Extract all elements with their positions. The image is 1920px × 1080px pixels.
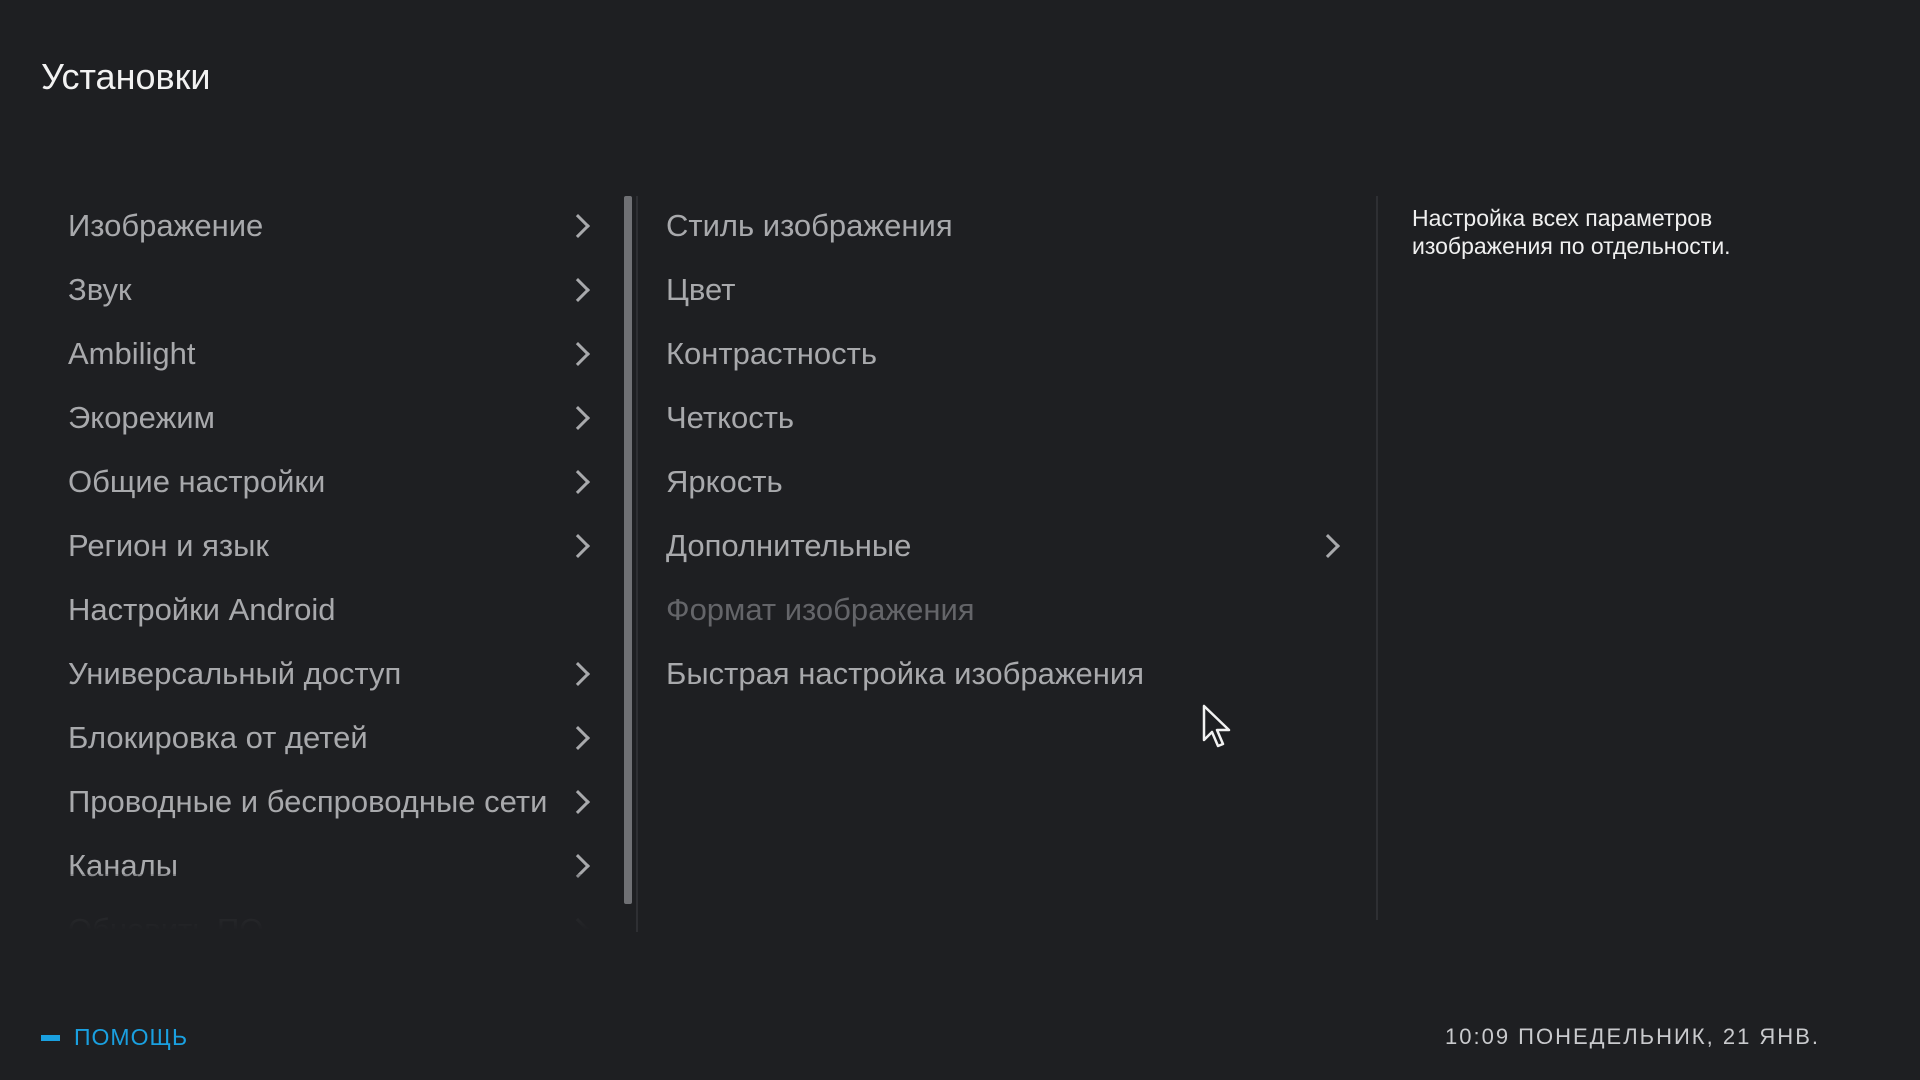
page-title: Установки: [41, 56, 211, 97]
menu-item-label: Блокировка от детей: [68, 720, 368, 755]
menu-item-label: Каналы: [68, 848, 179, 883]
menu-item-accessibility[interactable]: Универсальный доступ: [0, 642, 610, 706]
submenu-item-sharpness[interactable]: Четкость: [640, 386, 1340, 450]
submenu-item-label: Яркость: [666, 464, 783, 499]
menu-item-picture[interactable]: Изображение: [0, 194, 610, 258]
chevron-right-icon: [565, 917, 591, 934]
chevron-right-icon: [565, 213, 591, 239]
submenu-item-label: Быстрая настройка изображения: [666, 656, 1145, 691]
blue-key-icon: [41, 1034, 60, 1041]
column-divider: [1376, 196, 1378, 920]
submenu-item-label: Четкость: [666, 400, 795, 435]
submenu-item-advanced[interactable]: Дополнительные: [640, 514, 1341, 578]
submenu-item-quick-picture-setup[interactable]: Быстрая настройка изображения: [640, 642, 1340, 706]
menu-item-child-lock[interactable]: Блокировка от детей: [0, 706, 610, 770]
menu-item-networks[interactable]: Проводные и беспроводные сети: [0, 770, 610, 834]
menu-item-eco-mode[interactable]: Экорежим: [0, 386, 610, 450]
submenu-item-label: Цвет: [666, 272, 736, 307]
menu-item-region-language[interactable]: Регион и язык: [0, 514, 610, 578]
chevron-right-icon: [565, 533, 591, 559]
chevron-right-icon: [565, 469, 591, 495]
submenu-item-label: Контрастность: [666, 336, 878, 371]
chevron-right-icon: [565, 853, 591, 879]
settings-screen: Установки Изображение Звук Ambilight Эко…: [0, 0, 1920, 1080]
menu-item-label: Проводные и беспроводные сети: [68, 784, 548, 819]
menu-item-channels[interactable]: Каналы: [0, 834, 610, 898]
chevron-right-icon: [1315, 533, 1341, 559]
help-button[interactable]: ПОМОЩЬ: [41, 1024, 188, 1051]
menu-item-label: Ambilight: [68, 336, 196, 371]
menu-item-update-software[interactable]: Обновить ПО: [0, 898, 610, 934]
menu-item-label: Универсальный доступ: [68, 656, 402, 691]
mouse-cursor-icon: [1202, 704, 1231, 748]
menu-item-label: Настройки Android: [68, 592, 336, 627]
menu-item-label: Изображение: [68, 208, 264, 243]
menu-item-general-settings[interactable]: Общие настройки: [0, 450, 610, 514]
item-description: Настройка всех параметров изображения по…: [1412, 205, 1731, 259]
chevron-right-icon: [565, 405, 591, 431]
submenu-item-picture-format: Формат изображения: [640, 578, 1340, 642]
submenu-item-color[interactable]: Цвет: [640, 258, 1340, 322]
settings-category-menu: Изображение Звук Ambilight Экорежим Общи…: [0, 194, 620, 934]
chevron-right-icon: [565, 725, 591, 751]
submenu-item-picture-style[interactable]: Стиль изображения: [640, 194, 1340, 258]
submenu-item-brightness[interactable]: Яркость: [640, 450, 1340, 514]
chevron-right-icon: [565, 661, 591, 687]
submenu-item-label: Формат изображения: [666, 592, 975, 627]
picture-submenu: Стиль изображения Цвет Контрастность Чет…: [640, 194, 1341, 706]
menu-item-label: Звук: [68, 272, 132, 307]
scrollbar[interactable]: [624, 196, 632, 904]
menu-item-ambilight[interactable]: Ambilight: [0, 322, 610, 386]
submenu-item-contrast[interactable]: Контрастность: [640, 322, 1340, 386]
menu-item-android-settings[interactable]: Настройки Android: [0, 578, 610, 642]
menu-item-label: Экорежим: [68, 400, 215, 435]
menu-item-label: Обновить ПО: [68, 912, 264, 934]
clock: 10:09 ПОНЕДЕЛЬНИК, 21 ЯНВ.: [1445, 1024, 1820, 1049]
submenu-item-label: Стиль изображения: [666, 208, 953, 243]
menu-item-label: Общие настройки: [68, 464, 326, 499]
menu-item-sound[interactable]: Звук: [0, 258, 610, 322]
chevron-right-icon: [565, 277, 591, 303]
submenu-item-label: Дополнительные: [666, 528, 912, 563]
column-divider: [636, 196, 638, 932]
menu-item-label: Регион и язык: [68, 528, 269, 563]
chevron-right-icon: [565, 341, 591, 367]
help-label: ПОМОЩЬ: [74, 1024, 189, 1050]
chevron-right-icon: [565, 789, 591, 815]
